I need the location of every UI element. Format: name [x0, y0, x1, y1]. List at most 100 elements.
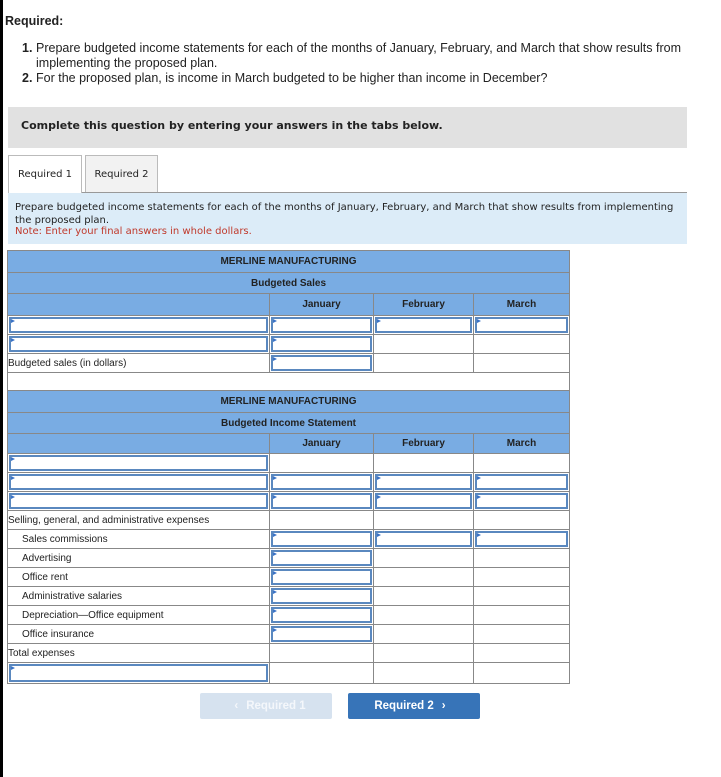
value-cell [269, 491, 374, 511]
value-cell [373, 510, 474, 530]
value-cell [269, 548, 374, 568]
label-cell [7, 315, 270, 335]
value-cell [269, 624, 374, 644]
table-row [7, 491, 570, 511]
january-input[interactable] [271, 317, 372, 333]
value-cell [473, 605, 570, 625]
value-cell [269, 334, 374, 354]
value-cell [373, 472, 474, 492]
label-cell [7, 662, 270, 684]
value-cell [473, 334, 570, 354]
value-cell [373, 353, 474, 373]
value-cell [269, 529, 374, 549]
table-row [7, 472, 570, 492]
january-input[interactable] [271, 607, 372, 623]
january-input[interactable] [271, 493, 372, 509]
column-header-february: February [373, 293, 474, 316]
header-blank [7, 293, 270, 316]
value-cell [269, 567, 374, 587]
required-title: Required: [5, 14, 64, 28]
label-input[interactable] [9, 317, 268, 333]
row-label: Administrative salaries [7, 586, 270, 606]
value-cell [473, 529, 570, 549]
label-input[interactable] [9, 336, 268, 352]
question-prompt: Prepare budgeted income statements for e… [8, 193, 687, 244]
previous-required-button[interactable]: ‹ Required 1 [200, 693, 332, 719]
value-cell [473, 662, 570, 684]
row-label: Budgeted sales (in dollars) [7, 353, 270, 373]
value-cell [373, 334, 474, 354]
label-cell [7, 472, 270, 492]
value-cell [269, 353, 374, 373]
february-input[interactable] [375, 493, 472, 509]
january-input[interactable] [271, 531, 372, 547]
label-cell [7, 491, 270, 511]
column-header-january: January [269, 293, 374, 316]
march-input[interactable] [475, 474, 568, 490]
label-input[interactable] [9, 455, 268, 471]
january-input[interactable] [271, 569, 372, 585]
value-cell [269, 453, 374, 473]
value-cell [473, 491, 570, 511]
value-cell [373, 315, 474, 335]
february-input[interactable] [375, 474, 472, 490]
march-input[interactable] [475, 317, 568, 333]
table-row [7, 662, 570, 684]
value-cell [373, 529, 474, 549]
required-item-text: Prepare budgeted income statements for e… [36, 41, 682, 70]
table-row: Budgeted sales (in dollars) [7, 353, 570, 373]
column-header-february: February [373, 433, 474, 454]
value-cell [269, 605, 374, 625]
prompt-note: Note: Enter your final answers in whole … [15, 226, 252, 237]
required-item-text: For the proposed plan, is income in Marc… [36, 71, 548, 85]
required-item-number: 1. [22, 41, 33, 55]
row-label: Depreciation—Office equipment [7, 605, 270, 625]
instruction-banner: Complete this question by entering your … [8, 107, 687, 148]
january-input[interactable] [271, 355, 372, 371]
row-label: Office rent [7, 567, 270, 587]
january-input[interactable] [271, 550, 372, 566]
label-input[interactable] [9, 664, 268, 682]
tab-required-1[interactable]: Required 1 [8, 155, 82, 193]
march-input[interactable] [475, 493, 568, 509]
required-item-number: 2. [22, 71, 33, 85]
value-cell [373, 662, 474, 684]
previous-button-label: Required 1 [246, 700, 306, 712]
label-input[interactable] [9, 474, 268, 490]
january-input[interactable] [271, 626, 372, 642]
table-row [7, 453, 570, 473]
february-input[interactable] [375, 317, 472, 333]
march-input[interactable] [475, 531, 568, 547]
budgeted-income-statement-table: MERLINE MANUFACTURING Budgeted Income St… [7, 390, 570, 684]
row-label: Sales commissions [7, 529, 270, 549]
value-cell [373, 586, 474, 606]
required-list: 1. Prepare budgeted income statements fo… [22, 41, 702, 86]
instruction-text: Complete this question by entering your … [21, 119, 443, 132]
column-header-january: January [269, 433, 374, 454]
value-cell [269, 586, 374, 606]
value-cell [473, 472, 570, 492]
january-input[interactable] [271, 336, 372, 352]
next-required-button[interactable]: Required 2 › [348, 693, 480, 719]
table-row: Depreciation—Office equipment [7, 605, 570, 625]
value-cell [269, 643, 374, 663]
prompt-text: Prepare budgeted income statements for e… [15, 202, 674, 226]
value-cell [373, 624, 474, 644]
label-input[interactable] [9, 493, 268, 509]
january-input[interactable] [271, 588, 372, 604]
value-cell [473, 353, 570, 373]
value-cell [473, 624, 570, 644]
january-input[interactable] [271, 474, 372, 490]
value-cell [373, 548, 474, 568]
row-label: Office insurance [7, 624, 270, 644]
value-cell [473, 315, 570, 335]
row-label: Selling, general, and administrative exp… [7, 510, 270, 530]
table-title: Budgeted Sales [7, 272, 570, 294]
company-name: MERLINE MANUFACTURING [7, 390, 570, 413]
tab-required-2[interactable]: Required 2 [85, 155, 158, 192]
budgeted-sales-table: MERLINE MANUFACTURING Budgeted Sales Jan… [7, 250, 570, 395]
row-label: Total expenses [7, 643, 270, 663]
label-cell [7, 334, 270, 354]
february-input[interactable] [375, 531, 472, 547]
table-row: Selling, general, and administrative exp… [7, 510, 570, 530]
